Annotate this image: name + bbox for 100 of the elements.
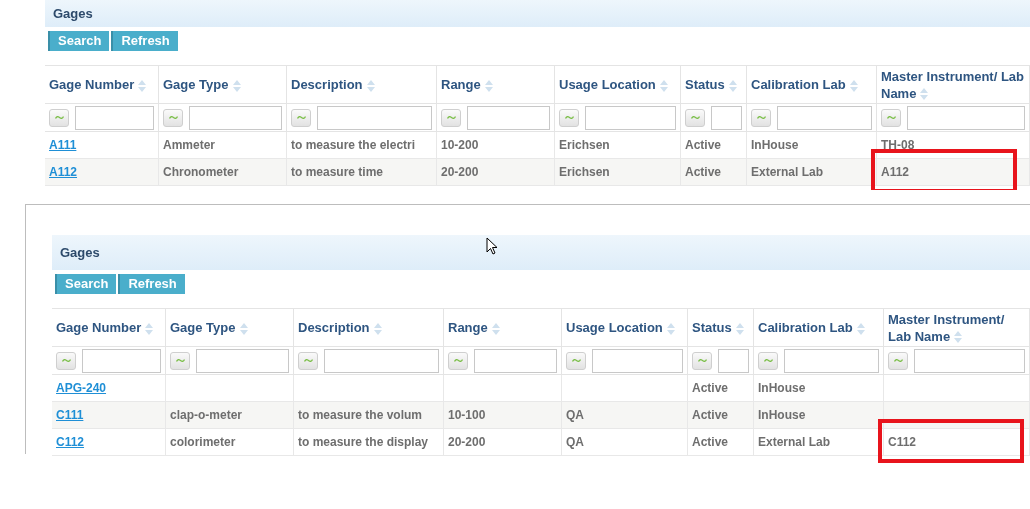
gage-number-link[interactable]: APG-240 bbox=[56, 379, 107, 397]
filter-field[interactable] bbox=[592, 348, 683, 373]
filter-field[interactable] bbox=[718, 348, 749, 373]
tilde-icon bbox=[296, 115, 306, 120]
column-header[interactable]: Gage Number bbox=[52, 309, 166, 347]
sort-icon[interactable] bbox=[145, 322, 154, 335]
filter-field[interactable] bbox=[777, 105, 872, 130]
tilde-icon bbox=[697, 358, 707, 363]
filter-field[interactable] bbox=[189, 105, 282, 130]
table-row[interactable]: APG-240 Active InHouse bbox=[52, 375, 1030, 402]
filter-option-button[interactable] bbox=[566, 351, 586, 370]
gage-number-link[interactable]: C112 bbox=[56, 433, 85, 451]
tilde-icon bbox=[763, 358, 773, 363]
column-header[interactable]: Gage Type bbox=[166, 309, 294, 347]
panel-title: Gages bbox=[60, 243, 100, 262]
table-cell: C112 bbox=[884, 429, 1030, 456]
column-header[interactable]: Calibration Lab bbox=[747, 66, 877, 104]
filter-option-button[interactable] bbox=[881, 108, 901, 127]
sort-icon[interactable] bbox=[659, 79, 668, 92]
filter-field[interactable] bbox=[914, 348, 1025, 373]
column-header[interactable]: Range bbox=[444, 309, 562, 347]
filter-option-button[interactable] bbox=[298, 351, 318, 370]
tilde-icon bbox=[175, 358, 185, 363]
filter-field[interactable] bbox=[75, 105, 154, 130]
filter-field[interactable] bbox=[196, 348, 289, 373]
table-cell: External Lab bbox=[747, 159, 877, 186]
filter-field[interactable] bbox=[585, 105, 676, 130]
filter-field[interactable] bbox=[474, 348, 557, 373]
sort-icon[interactable] bbox=[728, 79, 737, 92]
tilde-icon bbox=[61, 358, 71, 363]
filter-field[interactable] bbox=[317, 105, 432, 130]
filter-field[interactable] bbox=[324, 348, 439, 373]
column-header[interactable]: Usage Location bbox=[562, 309, 688, 347]
mouse-pointer-icon bbox=[486, 237, 498, 255]
sort-icon[interactable] bbox=[366, 79, 375, 92]
column-header[interactable]: Description bbox=[287, 66, 437, 104]
column-header[interactable]: Gage Type bbox=[159, 66, 287, 104]
filter-field[interactable] bbox=[907, 105, 1025, 130]
table-cell: 20-200 bbox=[437, 159, 555, 186]
tilde-icon bbox=[886, 115, 896, 120]
sort-icon[interactable] bbox=[849, 79, 858, 92]
table-cell: External Lab bbox=[754, 429, 884, 456]
panel-title: Gages bbox=[53, 4, 93, 23]
sort-icon[interactable] bbox=[232, 79, 241, 92]
column-header[interactable]: Master Instrument/ Lab Name bbox=[877, 66, 1030, 104]
filter-option-button[interactable] bbox=[692, 351, 712, 370]
tilde-icon bbox=[571, 358, 581, 363]
column-header[interactable]: Gage Number bbox=[45, 66, 159, 104]
filter-option-button[interactable] bbox=[559, 108, 579, 127]
sort-icon[interactable] bbox=[954, 331, 963, 344]
filter-option-button[interactable] bbox=[291, 108, 311, 127]
tilde-icon bbox=[690, 115, 700, 120]
filter-option-button[interactable] bbox=[448, 351, 468, 370]
gage-number-link[interactable]: A111 bbox=[49, 136, 77, 154]
table-cell: 20-200 bbox=[444, 429, 562, 456]
column-header[interactable]: Usage Location bbox=[555, 66, 681, 104]
filter-option-button[interactable] bbox=[758, 351, 778, 370]
tilde-icon bbox=[893, 358, 903, 363]
sort-icon[interactable] bbox=[920, 88, 929, 101]
sort-icon[interactable] bbox=[735, 322, 744, 335]
filter-option-button[interactable] bbox=[685, 108, 705, 127]
sort-icon[interactable] bbox=[239, 322, 248, 335]
filter-option-button[interactable] bbox=[751, 108, 771, 127]
sort-icon[interactable] bbox=[491, 322, 500, 335]
filter-option-button[interactable] bbox=[888, 351, 908, 370]
tilde-icon bbox=[453, 358, 463, 363]
table-cell: Chronometer bbox=[159, 159, 287, 186]
column-header[interactable]: Calibration Lab bbox=[754, 309, 884, 347]
sort-icon[interactable] bbox=[856, 322, 865, 335]
tilde-icon bbox=[446, 115, 456, 120]
table-cell: QA bbox=[562, 429, 688, 456]
filter-option-button[interactable] bbox=[56, 351, 76, 370]
tilde-icon bbox=[303, 358, 313, 363]
filter-option-button[interactable] bbox=[170, 351, 190, 370]
column-header[interactable]: Range bbox=[437, 66, 555, 104]
column-header[interactable]: Master Instrument/ Lab Name bbox=[884, 309, 1030, 347]
filter-field[interactable] bbox=[82, 348, 161, 373]
filter-option-button[interactable] bbox=[441, 108, 461, 127]
tilde-icon bbox=[168, 115, 178, 120]
table-cell: Active bbox=[688, 429, 754, 456]
filter-option-button[interactable] bbox=[49, 108, 69, 127]
table-cell: colorimeter bbox=[166, 429, 294, 456]
column-header[interactable]: Description bbox=[294, 309, 444, 347]
table-row[interactable]: C111 clap-o-meter to measure the volum 10-100 QA Active InHouse bbox=[52, 402, 1030, 429]
tilde-icon bbox=[756, 115, 766, 120]
tilde-icon bbox=[54, 115, 64, 120]
column-header[interactable]: Status bbox=[681, 66, 747, 104]
sort-icon[interactable] bbox=[666, 322, 675, 335]
sort-icon[interactable] bbox=[138, 79, 147, 92]
column-header[interactable]: Status bbox=[688, 309, 754, 347]
filter-field[interactable] bbox=[784, 348, 879, 373]
table-cell: to measure the display bbox=[294, 429, 444, 456]
table-cell: Active bbox=[681, 159, 747, 186]
filter-option-button[interactable] bbox=[163, 108, 183, 127]
sort-icon[interactable] bbox=[373, 322, 382, 335]
table-row[interactable]: A111 Ammeter to measure the electri 10-200 Erichsen Active InHouse TH-08 bbox=[45, 132, 1030, 159]
filter-field[interactable] bbox=[711, 105, 742, 130]
filter-field[interactable] bbox=[467, 105, 550, 130]
tilde-icon bbox=[564, 115, 574, 120]
sort-icon[interactable] bbox=[484, 79, 493, 92]
